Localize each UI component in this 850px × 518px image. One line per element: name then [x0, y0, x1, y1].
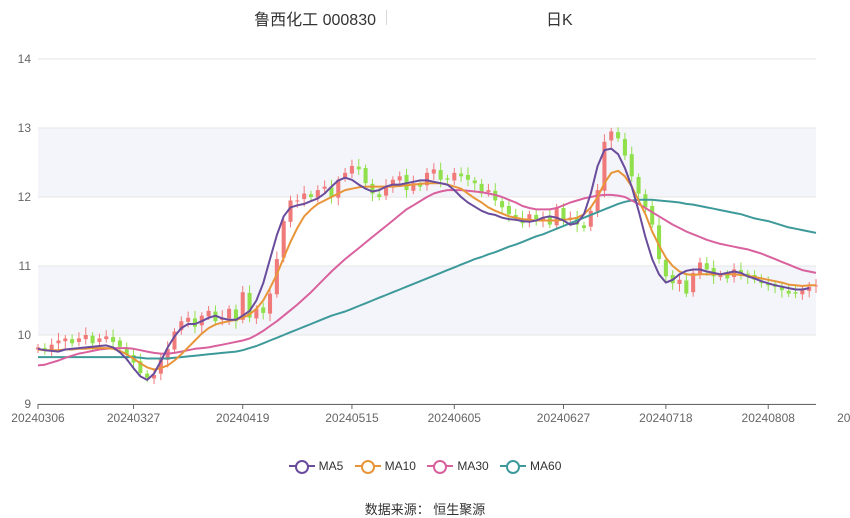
candle-body	[90, 335, 95, 344]
candlestick-chart: 9 10 11 12 13 14 20240306 20240327 20240419 20240…	[11, 52, 850, 425]
candle-body	[302, 193, 307, 200]
y-tick-label: 14	[18, 52, 32, 66]
legend-ma60[interactable]: MA60	[500, 458, 562, 474]
candle-body	[697, 262, 703, 274]
legend-ma60-swatch	[500, 459, 527, 474]
legend-ma10-swatch	[354, 459, 381, 474]
candle-body	[472, 180, 477, 184]
candle-body	[629, 154, 634, 177]
candle-body	[786, 290, 791, 294]
candle-body	[725, 274, 730, 279]
x-tick-label: 20240605	[428, 411, 482, 425]
legend-ma60-label: MA60	[530, 458, 562, 473]
y-tick-label: 11	[19, 259, 32, 273]
data-source: 数据来源： 恒生聚源	[364, 502, 486, 517]
candle-body	[63, 338, 68, 342]
x-tick-label: 20240419	[216, 411, 270, 425]
candle-body	[322, 186, 327, 189]
candle-body	[186, 317, 191, 322]
candle-body	[465, 174, 470, 180]
candle-body	[704, 263, 709, 270]
candle-body	[117, 340, 122, 347]
x-tick-label: 20240718	[639, 411, 693, 425]
candle-body	[349, 165, 354, 174]
legend-ma10-label: MA10	[384, 458, 416, 473]
candle-body	[76, 338, 81, 342]
candle-body	[295, 200, 300, 202]
candle-body	[104, 336, 109, 340]
plot-band	[38, 266, 816, 335]
y-tick-label: 9	[24, 397, 31, 411]
candle-body	[97, 338, 102, 342]
candle-body	[431, 169, 436, 174]
candle-body	[636, 176, 641, 194]
y-tick-label: 13	[18, 121, 32, 135]
x-tick-label: 20240808	[742, 411, 796, 425]
candle-body	[650, 205, 655, 225]
candle-body	[459, 173, 464, 177]
candle-body	[684, 280, 689, 294]
x-tick-label: 20240627	[537, 411, 591, 425]
candle-body	[793, 292, 798, 294]
candle-body	[622, 139, 627, 156]
candle-body	[554, 207, 559, 226]
candle-body	[206, 310, 211, 317]
x-tick-label: 20240306	[11, 411, 65, 425]
candle-body	[452, 172, 457, 181]
legend-ma10[interactable]: MA10	[354, 458, 416, 474]
candle-body	[445, 178, 450, 180]
x-tick-label: 20240828	[837, 411, 850, 425]
candle-body	[261, 307, 266, 313]
candle-body	[308, 194, 314, 197]
legend-ma30-swatch	[427, 459, 454, 474]
legend-ma5[interactable]: MA5	[288, 458, 344, 474]
candle-body	[56, 340, 61, 344]
candle-body	[145, 373, 150, 378]
candle-body	[227, 308, 232, 319]
candle-body	[800, 290, 805, 295]
candle-body	[397, 176, 402, 181]
legend-ma30[interactable]: MA30	[427, 458, 489, 474]
candle-body	[663, 259, 668, 277]
candle-body	[363, 168, 368, 184]
candle-body	[534, 214, 539, 220]
candle-body	[581, 225, 586, 229]
candle-body	[111, 337, 116, 342]
candle-body	[500, 201, 505, 208]
candle-body	[83, 335, 88, 340]
candle-body	[677, 279, 682, 284]
candle-body	[506, 205, 511, 215]
candle-body	[70, 339, 75, 344]
legend-ma5-label: MA5	[318, 458, 344, 473]
legend-ma5-swatch	[288, 459, 315, 474]
legend-ma30-label: MA30	[457, 458, 489, 473]
x-tick-label: 20240327	[107, 411, 161, 425]
candle-body	[588, 210, 593, 227]
legend: MA5 MA10 MA30 MA60	[0, 458, 850, 474]
candle-body	[616, 132, 621, 139]
candle-body	[377, 194, 382, 197]
candle-body	[438, 170, 443, 180]
candle-body	[486, 190, 491, 193]
x-tick-label: 20240515	[325, 411, 379, 425]
candle-body	[268, 293, 273, 314]
candle-body	[356, 166, 361, 170]
y-tick-label: 12	[18, 190, 32, 204]
y-tick-label: 10	[18, 328, 32, 342]
candle-body	[609, 131, 614, 141]
candle-body	[288, 200, 293, 222]
